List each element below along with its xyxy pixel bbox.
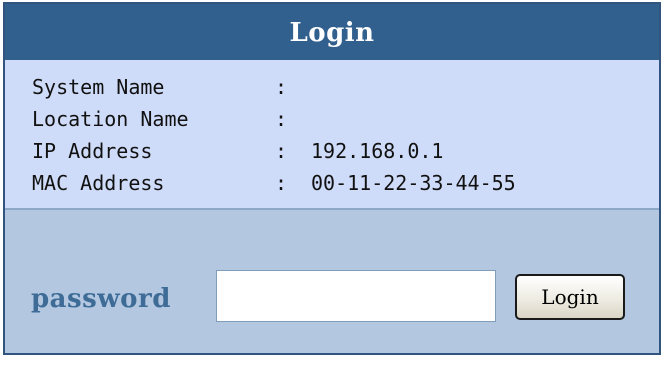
login-button[interactable]: Login: [515, 274, 625, 320]
info-label: IP Address: [32, 139, 153, 163]
password-label: password: [31, 284, 171, 314]
login-panel: Login System Name : Location Name : IP A…: [3, 2, 661, 355]
info-separator: :: [275, 107, 288, 131]
info-value-ip-address: 192.168.0.1: [311, 139, 444, 163]
info-value-mac-address: 00-11-22-33-44-55: [311, 171, 516, 195]
login-form: password Login: [5, 210, 659, 353]
info-row-system-name: System Name :: [32, 71, 659, 103]
info-row-location-name: Location Name :: [32, 103, 659, 135]
info-separator: :: [275, 171, 288, 195]
system-info: System Name : Location Name : IP Address…: [5, 60, 659, 210]
info-label: Location Name: [32, 107, 189, 131]
page-title: Login: [5, 4, 659, 60]
info-separator: :: [275, 139, 288, 163]
info-row-ip-address: IP Address : 192.168.0.1: [32, 135, 659, 167]
info-label: System Name: [32, 75, 165, 99]
info-separator: :: [275, 75, 288, 99]
info-row-mac-address: MAC Address : 00-11-22-33-44-55: [32, 167, 659, 199]
password-input[interactable]: [216, 270, 496, 322]
info-label: MAC Address: [32, 171, 165, 195]
